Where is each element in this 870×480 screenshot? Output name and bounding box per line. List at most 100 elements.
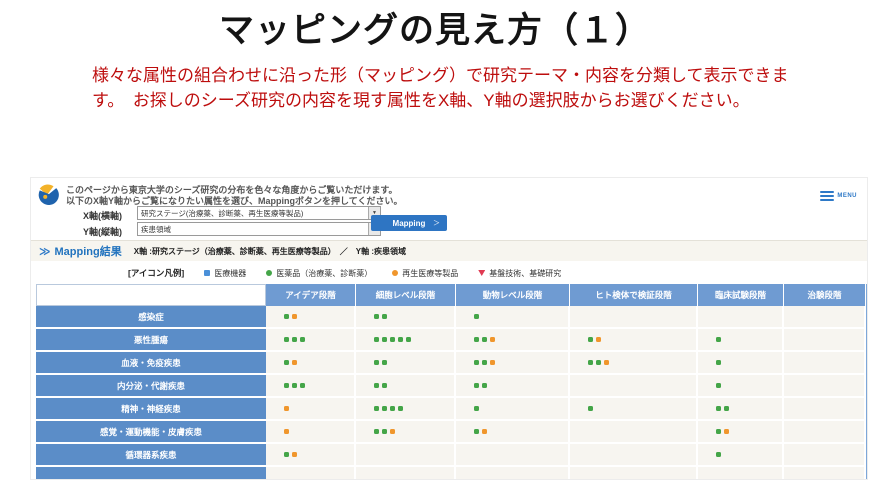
- row-label: 内分泌・代謝疾患: [36, 375, 266, 398]
- table-cell: [266, 467, 356, 480]
- table-cell: [570, 467, 698, 480]
- table-cell: [784, 421, 866, 444]
- seed-dot-orange: [596, 337, 601, 342]
- seed-dot-green: [374, 360, 379, 365]
- table-cell: [456, 352, 570, 375]
- seed-dot-green: [474, 337, 479, 342]
- seed-dot-green: [284, 383, 289, 388]
- seed-dot-green: [284, 452, 289, 457]
- result-bar: ≫ Mapping結果 X軸 :研究ステージ（治療薬、診断薬、再生医療等製品） …: [31, 240, 867, 261]
- table-cell: [784, 306, 866, 329]
- column-header: 臨床試験段階: [698, 284, 784, 306]
- table-cell: [356, 329, 456, 352]
- seed-dot-green: [474, 360, 479, 365]
- table-cell: [698, 467, 784, 480]
- seed-dot-green: [716, 429, 721, 434]
- seed-dot-green: [390, 406, 395, 411]
- double-chevron-icon: ≫: [39, 245, 51, 258]
- table-cell: [356, 375, 456, 398]
- table-cell: [356, 352, 456, 375]
- seed-dot-green: [292, 337, 297, 342]
- seed-dot-green: [588, 360, 593, 365]
- seed-dot-orange: [390, 429, 395, 434]
- legend-item: 基盤技術、基礎研究: [478, 268, 561, 279]
- table-cell: [698, 352, 784, 375]
- seed-dot-orange: [292, 314, 297, 319]
- intro-line1: このページから東京大学のシーズ研究の分布を色々な角度からご覧いただけます。: [66, 185, 402, 196]
- seed-dot-orange: [292, 452, 297, 457]
- triangle-icon: [478, 270, 485, 276]
- mapping-table: アイデア段階細胞レベル段階動物レベル段階ヒト検体で検証段階臨床試験段階治験段階感…: [36, 284, 868, 480]
- table-cell: [456, 306, 570, 329]
- table-cell: [456, 398, 570, 421]
- column-header: ヒト検体で検証段階: [570, 284, 698, 306]
- table-cell: [570, 444, 698, 467]
- table-cell: [266, 398, 356, 421]
- table-cell: [784, 329, 866, 352]
- mapping-button[interactable]: Mapping ＞: [371, 215, 447, 231]
- row-label: 血液・免疫疾患: [36, 352, 266, 375]
- y-axis-selected-value: 疾患領域: [141, 224, 171, 235]
- row-label: 悪性腫瘍: [36, 329, 266, 352]
- x-axis-select[interactable]: 研究ステージ(治療薬、診断薬、再生医療等製品) ▼: [137, 206, 381, 220]
- table-cell: [698, 375, 784, 398]
- seed-dot-green: [406, 337, 411, 342]
- seed-dot-green: [596, 360, 601, 365]
- table-cell: [698, 444, 784, 467]
- x-axis-label: X軸(横軸): [83, 209, 122, 222]
- menu-label: MENU: [837, 193, 857, 199]
- table-corner-cell: [36, 284, 266, 306]
- column-header: 治験段階: [784, 284, 866, 306]
- seed-dot-orange: [490, 337, 495, 342]
- table-cell: [266, 444, 356, 467]
- row-label: [36, 467, 266, 480]
- legend-item: 医薬品（治療薬、診断薬）: [266, 268, 372, 279]
- arrow-right-icon: ＞: [433, 218, 440, 228]
- table-cell: [266, 306, 356, 329]
- table-cell: [698, 329, 784, 352]
- y-axis-select[interactable]: 疾患領域 ▼: [137, 222, 381, 236]
- menu-button[interactable]: MENU: [820, 191, 857, 201]
- seed-dot-green: [716, 406, 721, 411]
- table-cell: [570, 375, 698, 398]
- table-cell: [570, 306, 698, 329]
- seed-dot-green: [284, 337, 289, 342]
- row-label: 循環器系疾患: [36, 444, 266, 467]
- seed-dot-orange: [482, 429, 487, 434]
- seed-dot-orange: [724, 429, 729, 434]
- seed-dot-green: [382, 429, 387, 434]
- seed-dot-green: [300, 383, 305, 388]
- table-cell: [356, 444, 456, 467]
- page-title: マッピングの見え方（１）: [0, 2, 870, 53]
- table-cell: [356, 306, 456, 329]
- table-cell: [266, 329, 356, 352]
- seed-dot-green: [374, 429, 379, 434]
- seed-dot-green: [724, 406, 729, 411]
- seed-dot-green: [292, 383, 297, 388]
- seed-dot-green: [716, 383, 721, 388]
- column-header: 動物レベル段階: [456, 284, 570, 306]
- legend-item: 再生医療等製品: [392, 268, 458, 279]
- table-cell: [356, 398, 456, 421]
- seed-dot-green: [474, 314, 479, 319]
- seed-dot-green: [482, 337, 487, 342]
- legend-label: 医薬品（治療薬、診断薬）: [276, 268, 372, 279]
- x-axis-selected-value: 研究ステージ(治療薬、診断薬、再生医療等製品): [141, 208, 303, 219]
- table-cell: [698, 306, 784, 329]
- seed-dot-green: [398, 406, 403, 411]
- seed-dot-green: [474, 383, 479, 388]
- row-label: 感染症: [36, 306, 266, 329]
- column-header: アイデア段階: [266, 284, 356, 306]
- circle-icon: [392, 270, 398, 276]
- seed-dot-green: [716, 360, 721, 365]
- seed-dot-green: [398, 337, 403, 342]
- legend-items: 医療機器 医薬品（治療薬、診断薬） 再生医療等製品 基盤技術、基礎研究: [204, 268, 561, 279]
- result-title: Mapping結果: [55, 243, 122, 259]
- seed-dot-orange: [604, 360, 609, 365]
- table-cell: [698, 398, 784, 421]
- square-icon: [204, 270, 210, 276]
- seed-dot-green: [390, 337, 395, 342]
- legend-label: 医療機器: [214, 268, 246, 279]
- seed-dot-green: [382, 337, 387, 342]
- app-screenshot: このページから東京大学のシーズ研究の分布を色々な角度からご覧いただけます。 以下…: [30, 177, 868, 480]
